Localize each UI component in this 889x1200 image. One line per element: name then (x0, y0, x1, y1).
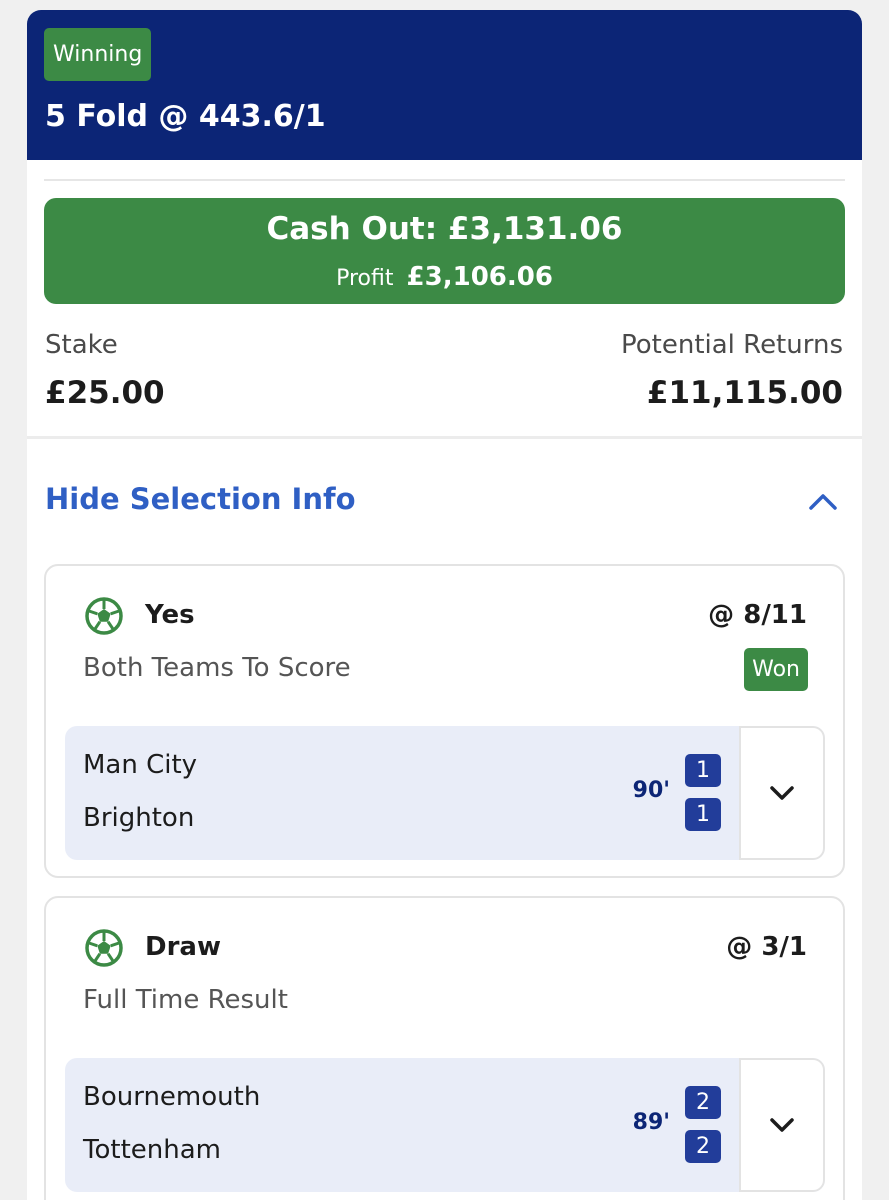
match-info: Man City Brighton 90' 1 1 (65, 726, 825, 860)
hide-selection-info-link[interactable]: Hide Selection Info (45, 482, 356, 516)
profit-label: Profit (336, 266, 394, 291)
stake-label: Stake (45, 330, 118, 360)
match-time: 90' (632, 778, 670, 803)
selection-odds: @ 8/11 (708, 600, 807, 630)
stake-value: £25.00 (45, 375, 165, 411)
potential-returns-label: Potential Returns (621, 330, 843, 360)
selection-card: Draw @ 3/1 Full Time Result Bournemouth … (44, 896, 845, 1200)
chevron-down-icon (770, 786, 794, 800)
selection-odds: @ 3/1 (726, 932, 807, 962)
bet-card: Winning 5 Fold @ 443.6/1 Cash Out: £3,13… (27, 10, 862, 1200)
profit-value: £3,106.06 (406, 262, 553, 292)
expand-match-button[interactable] (739, 726, 825, 860)
potential-returns-value: £11,115.00 (646, 375, 843, 411)
home-team: Bournemouth (83, 1082, 261, 1112)
chevron-down-icon (770, 1118, 794, 1132)
divider (44, 179, 845, 181)
status-badge: Winning (44, 28, 152, 81)
selection-name: Draw (145, 932, 221, 962)
divider (27, 436, 862, 439)
chevron-up-icon[interactable] (807, 488, 839, 516)
away-team: Brighton (83, 803, 195, 833)
match-info: Bournemouth Tottenham 89' 2 2 (65, 1058, 825, 1192)
away-team: Tottenham (83, 1135, 221, 1165)
selection-name: Yes (145, 600, 195, 630)
football-icon (85, 597, 123, 635)
home-team: Man City (83, 750, 198, 780)
bet-header: Winning 5 Fold @ 443.6/1 (27, 10, 862, 160)
match-time: 89' (632, 1110, 670, 1135)
selection-market: Full Time Result (83, 985, 288, 1015)
cash-out-profit: Profit £3,106.06 (44, 262, 845, 292)
cash-out-button[interactable]: Cash Out: £3,131.06 Profit £3,106.06 (44, 198, 845, 304)
selection-card: Yes @ 8/11 Both Teams To Score Won Man C… (44, 564, 845, 878)
result-badge: Won (744, 648, 808, 691)
home-score: 1 (685, 754, 721, 787)
away-score: 2 (685, 1130, 721, 1163)
bet-title: 5 Fold @ 443.6/1 (45, 99, 326, 134)
away-score: 1 (685, 798, 721, 831)
selection-market: Both Teams To Score (83, 653, 351, 683)
football-icon (85, 929, 123, 967)
home-score: 2 (685, 1086, 721, 1119)
expand-match-button[interactable] (739, 1058, 825, 1192)
cash-out-amount: Cash Out: £3,131.06 (266, 211, 623, 247)
